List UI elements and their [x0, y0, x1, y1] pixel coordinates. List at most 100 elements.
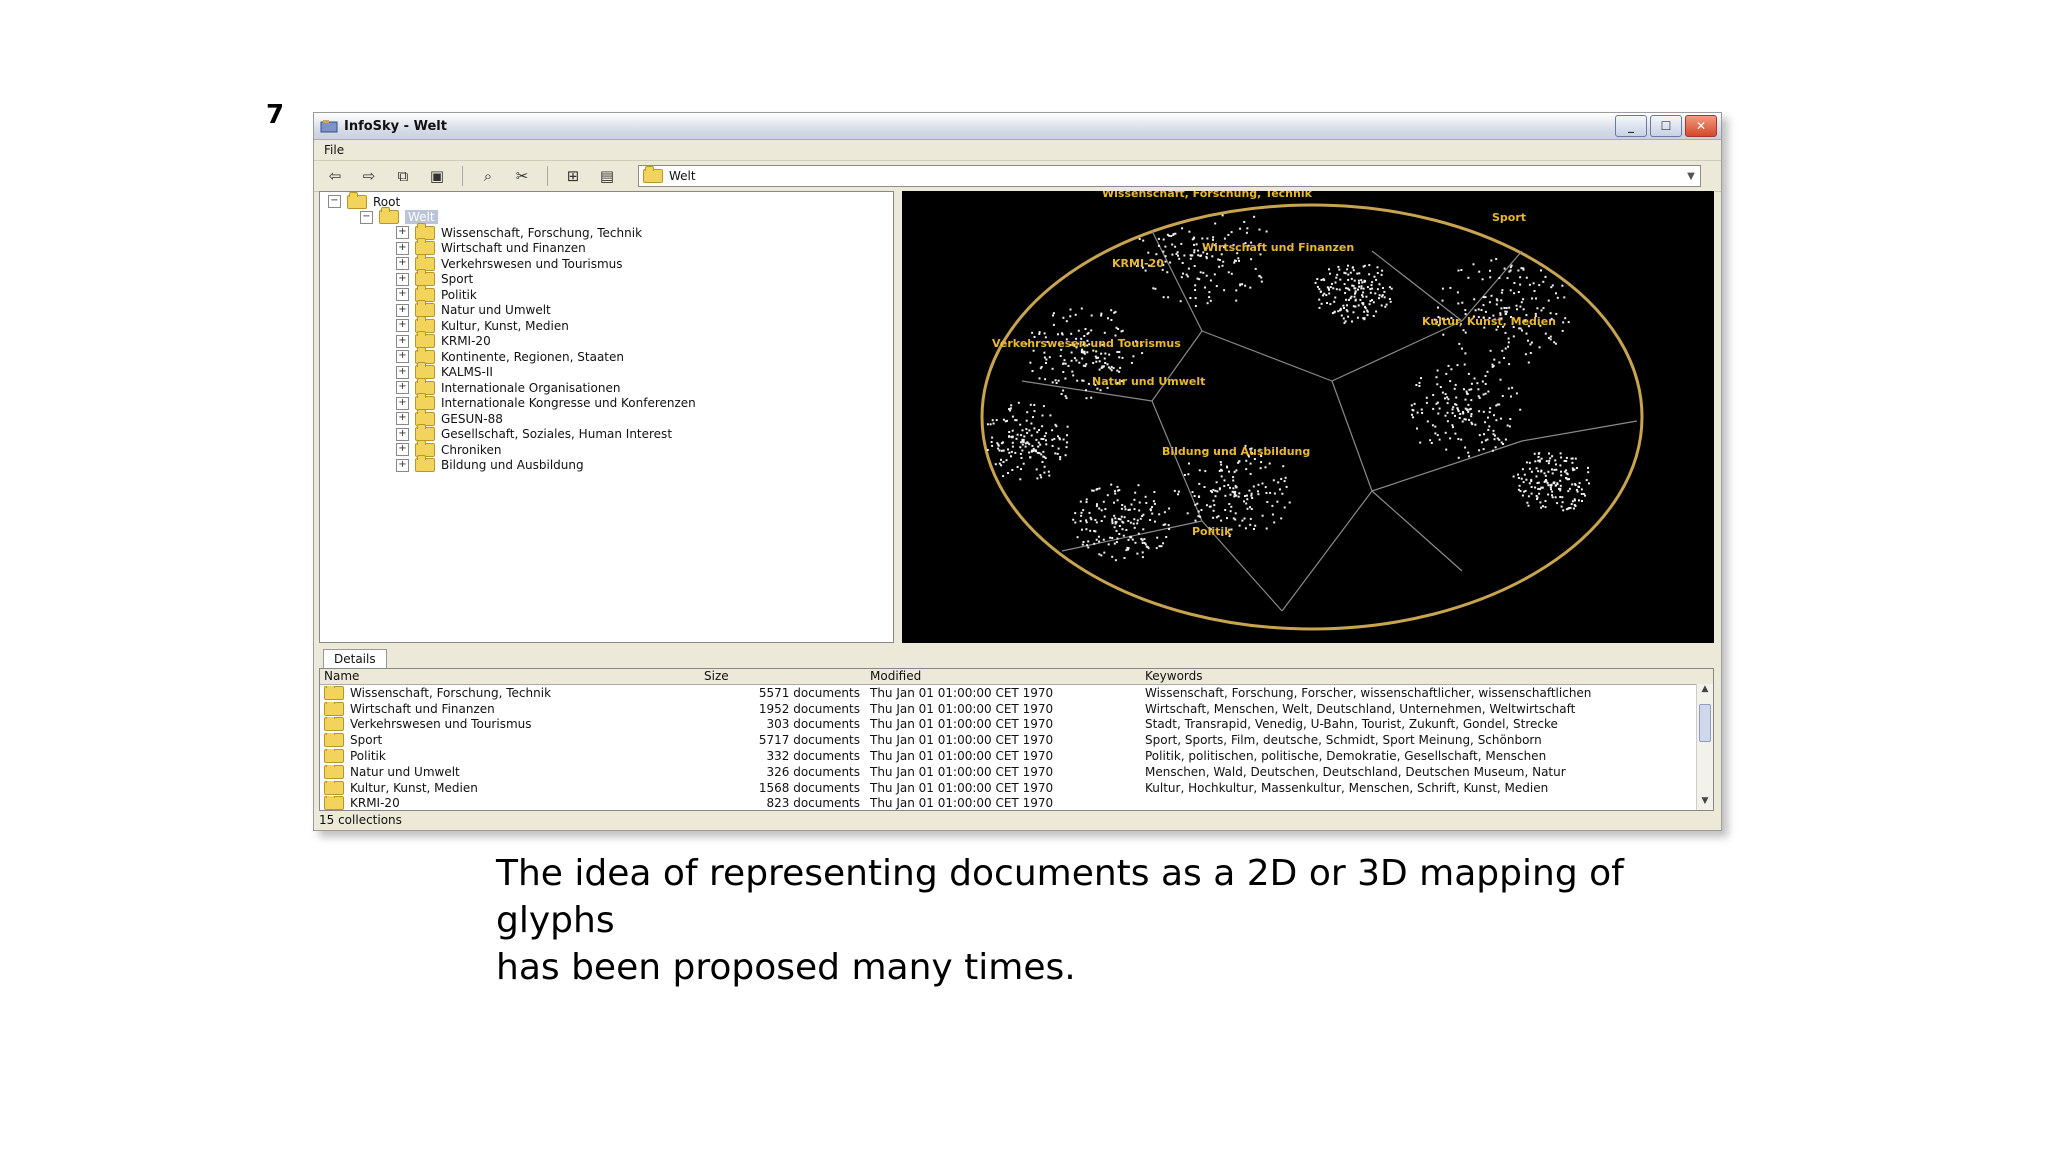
tree-node[interactable]: + Internationale Organisationen	[320, 377, 893, 396]
tree-node[interactable]: + Politik	[320, 284, 893, 303]
tree-node[interactable]: + Gesellschaft, Soziales, Human Interest	[320, 424, 893, 443]
minimize-button[interactable]: _	[1615, 115, 1647, 137]
table-row[interactable]: Kultur, Kunst, Medien 1568 documents Thu J…	[320, 780, 1713, 796]
tree-node[interactable]: + GESUN-88	[320, 408, 893, 427]
column-header-keywords[interactable]: Keywords	[1141, 669, 1696, 684]
table-row[interactable]: Politik 332 documents Thu Jan 01 01:00:00 …	[320, 748, 1713, 764]
tree-node-selected[interactable]: − Welt	[320, 207, 893, 226]
table-header: Name Size Modified Keywords	[320, 669, 1713, 685]
map-region-label[interactable]: Wissenschaft, Forschung, Technik	[1102, 191, 1313, 200]
expand-icon[interactable]: +	[396, 381, 409, 395]
folder-icon	[324, 717, 344, 732]
scroll-thumb[interactable]	[1699, 704, 1711, 742]
menu-file[interactable]: File	[324, 143, 344, 157]
map-region-label[interactable]: Bildung und Ausbildung	[1162, 445, 1310, 458]
table-row[interactable]: Wirtschaft und Finanzen 1952 documents Thu…	[320, 701, 1713, 717]
tree-node[interactable]: + Kontinente, Regionen, Staaten	[320, 346, 893, 365]
expand-icon[interactable]: +	[396, 257, 409, 271]
close-button[interactable]: ✕	[1685, 115, 1717, 137]
map-region-label[interactable]: Politik	[1192, 525, 1232, 538]
map-region-label[interactable]: KRMI-20	[1112, 257, 1164, 270]
cell-name-text: Politik	[350, 749, 386, 764]
expand-icon[interactable]: +	[396, 334, 409, 348]
save-icon[interactable]: ▣	[424, 166, 450, 186]
details-table: Name Size Modified Keywords Wissenschaft…	[319, 668, 1714, 811]
tree-node[interactable]: + Natur und Umwelt	[320, 300, 893, 319]
maximize-button[interactable]: ☐	[1650, 115, 1682, 137]
collapse-icon[interactable]: −	[328, 195, 341, 209]
window-title: InfoSky - Welt	[344, 118, 447, 134]
expand-icon[interactable]: +	[396, 303, 409, 317]
map-region-label[interactable]: Natur und Umwelt	[1092, 375, 1205, 388]
folder-icon	[415, 455, 435, 473]
title-bar[interactable]: InfoSky - Welt _ ☐ ✕	[314, 113, 1721, 140]
tree-node[interactable]: + Wirtschaft und Finanzen	[320, 238, 893, 257]
cell-name-text: Verkehrswesen und Tourismus	[350, 717, 532, 732]
path-field[interactable]: Welt ▼	[638, 165, 1701, 187]
details-panel: Details Name Size Modified Keywords Wiss…	[319, 645, 1714, 811]
forward-icon[interactable]: ⇨	[356, 166, 382, 186]
layout-icon[interactable]: ⊞	[560, 166, 586, 186]
vertical-scrollbar[interactable]: ▲ ▼	[1696, 684, 1713, 810]
cell-name-text: Wissenschaft, Forschung, Technik	[350, 685, 552, 700]
table-row[interactable]: KRMI-20 823 documents Thu Jan 01 01:00:00 …	[320, 796, 1713, 810]
tree-node-root[interactable]: − Root	[320, 192, 893, 210]
column-header-name[interactable]: Name	[320, 669, 700, 684]
view-icon[interactable]: ▤	[594, 166, 620, 186]
table-row[interactable]: Natur und Umwelt 326 documents Thu Jan 01 …	[320, 764, 1713, 780]
map-canvas[interactable]: Wissenschaft, Forschung, Technik Sport Wir…	[902, 191, 1714, 643]
cell-keywords: Wirtschaft, Menschen, Welt, Deutschland,…	[1145, 701, 1576, 716]
expand-icon[interactable]: +	[396, 396, 409, 410]
expand-icon[interactable]: +	[396, 241, 409, 255]
map-region-label[interactable]: Wirtschaft und Finanzen	[1202, 241, 1354, 254]
scroll-down-icon[interactable]: ▼	[1697, 796, 1713, 810]
expand-icon[interactable]: +	[396, 350, 409, 364]
expand-icon[interactable]: +	[396, 319, 409, 333]
tree-node[interactable]: + Internationale Kongresse und Konferenze…	[320, 393, 893, 412]
tab-details[interactable]: Details	[323, 649, 387, 668]
cell-modified: Thu Jan 01 01:00:00 CET 1970	[870, 780, 1054, 795]
cut-icon[interactable]: ✂	[509, 166, 535, 186]
tree-node[interactable]: + KALMS-II	[320, 362, 893, 381]
tree-node[interactable]: + Bildung und Ausbildung	[320, 455, 893, 474]
collapse-icon[interactable]: −	[360, 210, 373, 224]
map-region-label[interactable]: Verkehrswesen und Tourismus	[992, 337, 1181, 350]
tree-node[interactable]: + Verkehrswesen und Tourismus	[320, 253, 893, 272]
table-row[interactable]: Verkehrswesen und Tourismus 303 documents…	[320, 717, 1713, 733]
expand-icon[interactable]: +	[396, 458, 409, 472]
tree-node[interactable]: + Sport	[320, 269, 893, 288]
search-icon[interactable]: ⌕	[475, 166, 501, 186]
expand-icon[interactable]: +	[396, 272, 409, 286]
table-row[interactable]: Sport 5717 documents Thu Jan 01 01:00:00 C…	[320, 732, 1713, 748]
toolbar-separator	[547, 166, 548, 186]
folder-icon	[324, 733, 344, 748]
expand-icon[interactable]: +	[396, 412, 409, 426]
expand-icon[interactable]: +	[396, 365, 409, 379]
tree-node[interactable]: + Wissenschaft, Forschung, Technik	[320, 222, 893, 241]
path-value: Welt	[669, 169, 696, 183]
expand-icon[interactable]: +	[396, 288, 409, 302]
table-row[interactable]: Wissenschaft, Forschung, Technik 5571 doc…	[320, 685, 1713, 701]
cell-keywords: Kultur, Hochkultur, Massenkultur, Mensch…	[1145, 780, 1549, 795]
expand-icon[interactable]: +	[396, 443, 409, 457]
cell-keywords: Sport, Sports, Film, deutsche, Schmidt, …	[1145, 733, 1542, 748]
folder-icon	[643, 166, 663, 183]
tree-node[interactable]: + Chroniken	[320, 439, 893, 458]
column-header-size[interactable]: Size	[700, 669, 866, 684]
copy-icon[interactable]: ⧉	[390, 166, 416, 186]
column-header-modified[interactable]: Modified	[866, 669, 1141, 684]
tree-node[interactable]: + KRMI-20	[320, 331, 893, 350]
tree-node-label: Internationale Organisationen	[441, 380, 621, 395]
back-icon[interactable]: ⇦	[322, 166, 348, 186]
expand-icon[interactable]: +	[396, 427, 409, 441]
map-region-label[interactable]: Kultur, Kunst, Medien	[1422, 315, 1556, 328]
scroll-up-icon[interactable]: ▲	[1697, 684, 1713, 698]
cell-keywords: Politik, politischen, politische, Demokr…	[1145, 749, 1547, 764]
menu-bar: File	[314, 140, 1721, 161]
document-map[interactable]: Wissenschaft, Forschung, Technik Sport Wir…	[902, 191, 1714, 643]
chevron-down-icon[interactable]: ▼	[1682, 167, 1700, 185]
tree-node[interactable]: + Kultur, Kunst, Medien	[320, 315, 893, 334]
map-region-label[interactable]: Sport	[1492, 211, 1526, 224]
expand-icon[interactable]: +	[396, 226, 409, 240]
splitter[interactable]	[894, 191, 902, 643]
